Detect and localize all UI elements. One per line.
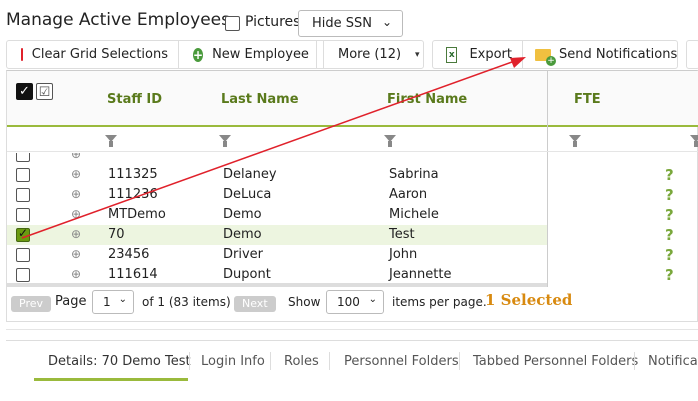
annotation-arrow-head (510, 57, 526, 68)
annotation-arrow-line (21, 61, 513, 239)
annotation-arrow (21, 57, 526, 239)
